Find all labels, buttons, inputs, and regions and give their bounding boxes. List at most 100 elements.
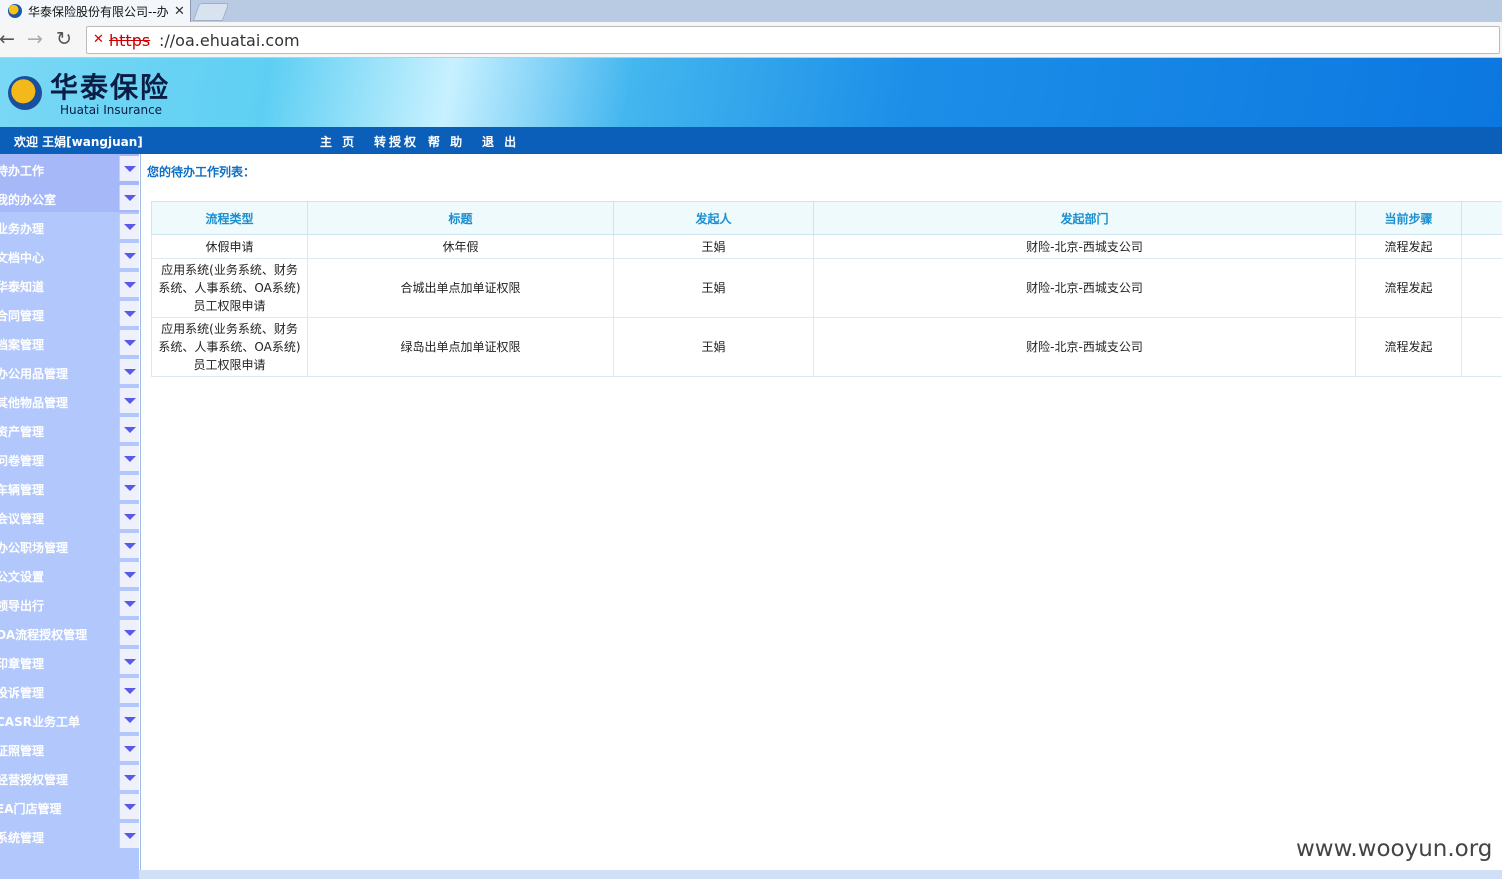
- cell-step: 流程发起: [1355, 258, 1462, 318]
- expand-arrow-icon[interactable]: [119, 794, 139, 819]
- sidebar-item[interactable]: 办公职场管理: [0, 531, 139, 560]
- expand-arrow-icon[interactable]: [119, 765, 139, 790]
- sidebar-item[interactable]: 资产管理: [0, 415, 139, 444]
- sidebar-item-label: 车辆管理: [0, 483, 45, 497]
- expand-arrow-icon[interactable]: [119, 301, 139, 326]
- browser-tab[interactable]: 华泰保险股份有限公司--办 ✕: [0, 0, 191, 22]
- expand-arrow-icon[interactable]: [119, 649, 139, 674]
- sidebar-item[interactable]: 印章管理: [0, 647, 139, 676]
- expand-arrow-icon[interactable]: [119, 388, 139, 413]
- expand-arrow-icon[interactable]: [119, 446, 139, 471]
- cell-department: 财险-北京-西城支公司: [813, 258, 1356, 318]
- sidebar-item-label: 问卷管理: [0, 454, 45, 468]
- sidebar-item[interactable]: 经营授权管理: [0, 763, 139, 792]
- column-header[interactable]: 发起部门: [813, 201, 1356, 235]
- expand-arrow-icon[interactable]: [119, 823, 139, 848]
- sidebar-item-label: 证照管理: [0, 744, 45, 758]
- expand-arrow-icon[interactable]: [119, 243, 139, 268]
- table-header-row: 流程类型 标题 发起人 发起部门 当前步骤: [151, 201, 1502, 235]
- sidebar-item[interactable]: 待办工作: [0, 154, 139, 183]
- sidebar-item[interactable]: EA门店管理: [0, 792, 139, 821]
- new-tab-button[interactable]: [192, 3, 230, 21]
- expand-arrow-icon[interactable]: [119, 330, 139, 355]
- close-tab-icon[interactable]: ✕: [174, 4, 185, 19]
- expand-arrow-icon[interactable]: [119, 562, 139, 587]
- sidebar-item-label: 我的办公室: [0, 193, 57, 207]
- expand-arrow-icon[interactable]: [119, 359, 139, 384]
- cell-initiator: 王娟: [613, 258, 814, 318]
- browser-toolbar: ← → ↻ ✕ https ://oa.ehuatai.com: [0, 22, 1502, 58]
- menu-home[interactable]: 主 页: [320, 133, 357, 150]
- expand-arrow-icon[interactable]: [119, 591, 139, 616]
- sidebar-item[interactable]: CASR业务工单: [0, 705, 139, 734]
- expand-arrow-icon[interactable]: [119, 475, 139, 500]
- url-host: ://oa.ehuatai.com: [159, 31, 300, 50]
- sidebar-item[interactable]: 系统管理: [0, 821, 139, 850]
- tab-title: 华泰保险股份有限公司--办: [28, 4, 168, 19]
- cell-extra: [1461, 317, 1502, 377]
- forward-arrow-icon[interactable]: →: [24, 28, 46, 50]
- expand-arrow-icon[interactable]: [119, 272, 139, 297]
- cell-initiator: 王娟: [613, 234, 814, 259]
- sidebar-item-label: 待办工作: [0, 164, 45, 178]
- menu-logout[interactable]: 退 出: [482, 133, 519, 150]
- sidebar-item-label: CASR业务工单: [0, 715, 80, 729]
- menu-help[interactable]: 帮 助: [428, 133, 465, 150]
- sidebar-item[interactable]: 会议管理: [0, 502, 139, 531]
- sidebar-item-label: 办公职场管理: [0, 541, 69, 555]
- back-arrow-icon[interactable]: ←: [0, 28, 18, 50]
- expand-arrow-icon[interactable]: [119, 707, 139, 732]
- cell-step: 流程发起: [1355, 317, 1462, 377]
- cell-initiator: 王娟: [613, 317, 814, 377]
- expand-arrow-icon[interactable]: [119, 156, 139, 181]
- sidebar-item-label: 档案管理: [0, 338, 45, 352]
- sidebar-item-label: 办公用品管理: [0, 367, 69, 381]
- expand-arrow-icon[interactable]: [119, 736, 139, 761]
- expand-arrow-icon[interactable]: [119, 504, 139, 529]
- sidebar-item[interactable]: 文档中心: [0, 241, 139, 270]
- sidebar-item[interactable]: 问卷管理: [0, 444, 139, 473]
- sidebar-item[interactable]: OA流程授权管理: [0, 618, 139, 647]
- task-table: 流程类型 标题 发起人 发起部门 当前步骤 休假申请 休年假 王娟 财险-北京-…: [151, 201, 1502, 377]
- sidebar-item[interactable]: 证照管理: [0, 734, 139, 763]
- sidebar-item-label: 经营授权管理: [0, 773, 69, 787]
- top-menu-bar: 欢迎 王娟[wangjuan] 主 页 转授权 帮 助 退 出: [0, 127, 1502, 154]
- sidebar-item[interactable]: 领导出行: [0, 589, 139, 618]
- sidebar-item[interactable]: 我的办公室: [0, 183, 139, 212]
- sidebar-item[interactable]: 其他物品管理: [0, 386, 139, 415]
- sidebar-item-label: 会议管理: [0, 512, 45, 526]
- sidebar-item[interactable]: 档案管理: [0, 328, 139, 357]
- cell-process-type: 应用系统(业务系统、财务系统、人事系统、OA系统)员工权限申请: [151, 258, 308, 318]
- sidebar-item[interactable]: 华泰知道: [0, 270, 139, 299]
- sidebar-item[interactable]: 投诉管理: [0, 676, 139, 705]
- expand-arrow-icon[interactable]: [119, 417, 139, 442]
- cell-title[interactable]: 合城出单点加单证权限: [307, 258, 614, 318]
- menu-delegate[interactable]: 转授权: [374, 133, 419, 150]
- sidebar-item[interactable]: 业务办理: [0, 212, 139, 241]
- expand-arrow-icon[interactable]: [119, 214, 139, 239]
- column-header[interactable]: 当前步骤: [1355, 201, 1462, 235]
- main-content: 您的待办工作列表： 流程类型 标题 发起人 发起部门 当前步骤 休假申请 休年假…: [140, 154, 1502, 870]
- sidebar-item[interactable]: 办公用品管理: [0, 357, 139, 386]
- expand-arrow-icon[interactable]: [119, 620, 139, 645]
- cell-step: 流程发起: [1355, 234, 1462, 259]
- logo-chinese-name: 华泰保险: [50, 71, 171, 104]
- cell-title[interactable]: 休年假: [307, 234, 614, 259]
- sidebar-item-label: OA流程授权管理: [0, 628, 88, 642]
- expand-arrow-icon[interactable]: [119, 678, 139, 703]
- cell-title[interactable]: 绿岛出单点加单证权限: [307, 317, 614, 377]
- table-row[interactable]: 应用系统(业务系统、财务系统、人事系统、OA系统)员工权限申请 绿岛出单点加单证…: [151, 317, 1502, 377]
- column-header[interactable]: 流程类型: [151, 201, 308, 235]
- expand-arrow-icon[interactable]: [119, 533, 139, 558]
- table-row[interactable]: 应用系统(业务系统、财务系统、人事系统、OA系统)员工权限申请 合城出单点加单证…: [151, 258, 1502, 318]
- sidebar-item[interactable]: 合同管理: [0, 299, 139, 328]
- sidebar-item[interactable]: 公文设置: [0, 560, 139, 589]
- column-header[interactable]: 发起人: [613, 201, 814, 235]
- sidebar: 待办工作我的办公室业务办理 文档中心 华泰知道 合同管理档案管理办公用品管理其他物品管…: [0, 154, 139, 879]
- expand-arrow-icon[interactable]: [119, 185, 139, 210]
- sidebar-item[interactable]: 车辆管理: [0, 473, 139, 502]
- reload-icon[interactable]: ↻: [53, 28, 75, 50]
- address-bar[interactable]: ✕ https ://oa.ehuatai.com: [86, 26, 1500, 54]
- table-row[interactable]: 休假申请 休年假 王娟 财险-北京-西城支公司 流程发起: [151, 234, 1502, 259]
- column-header[interactable]: 标题: [307, 201, 614, 235]
